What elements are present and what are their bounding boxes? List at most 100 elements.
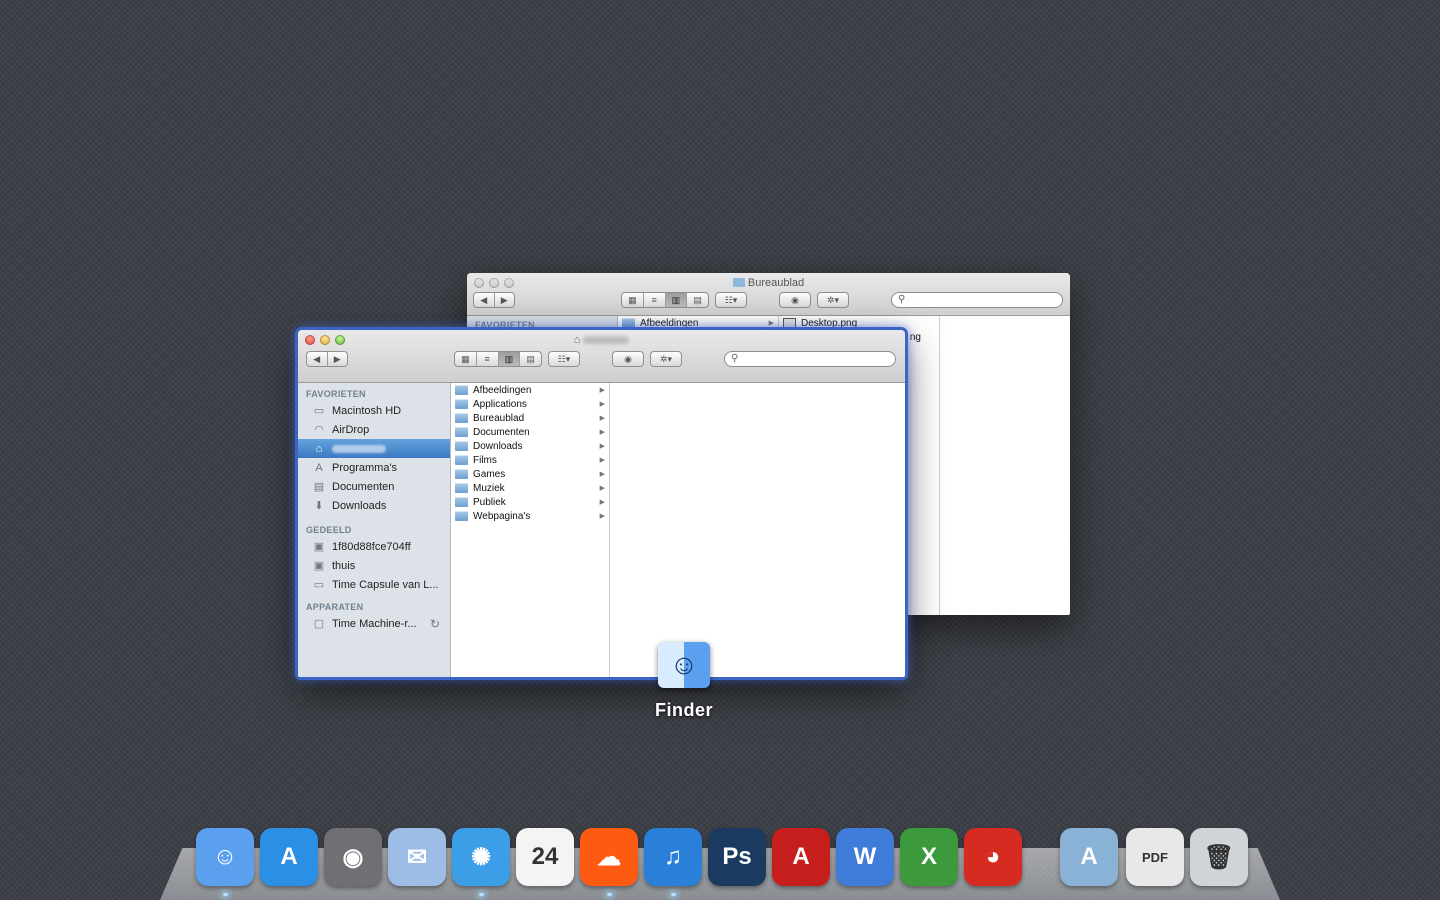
itunes-app-icon[interactable]: ♫ [644,828,702,896]
calendar-app-icon[interactable]: 24 [516,828,574,886]
disclosure-arrow-icon: ▶ [599,443,605,450]
back-arrow-icon[interactable]: ◀ [307,352,328,366]
dock-glyph: ◉ [342,843,364,871]
back-forward-buttons[interactable]: ◀ ▶ [306,351,348,367]
time-capsule-icon: ▭ [313,579,325,591]
gear-icon: ✲▾ [826,294,840,305]
list-item[interactable]: Desktop.png [779,316,939,330]
folder-icon [455,511,468,521]
finder-app-icon[interactable]: ☺ [196,828,254,896]
list-item[interactable]: Films ▶ [451,453,609,467]
column-view-icon[interactable]: ▥ [665,293,688,307]
forward-arrow-icon[interactable]: ▶ [328,352,348,366]
eye-icon: ◉ [791,294,799,305]
folder-icon [455,427,468,437]
word-app-icon[interactable]: W [836,828,894,886]
list-item[interactable]: Afbeeldingen ▶ [451,383,609,397]
computer-icon: ▣ [313,541,325,553]
quick-look-button[interactable]: ◉ [612,351,644,367]
dock-glyph: A [792,843,810,870]
safari-app-icon[interactable]: ✺ [452,828,510,896]
running-indicator [223,893,228,896]
sidebar-item-thuis[interactable]: ▣ thuis [298,556,450,575]
running-indicator [479,893,484,896]
list-item[interactable]: Applications ▶ [451,397,609,411]
column-1: Afbeeldingen ▶ Applications ▶ Bureaublad ▶ Doc… [451,383,610,677]
finder-window-home[interactable]: ⌂ ◀ ▶ ▦ ≡ ▥ ▤ ☷▾ ◉ ✲▾ ⚲ FAVORIETEN ▭ Macintos… [295,327,908,680]
titlebar[interactable]: Bureaublad ◀ ▶ ▦ ≡ ▥ ▤ ☷▾ ◉ ✲▾ ⚲ [467,273,1070,316]
list-item[interactable]: Publiek ▶ [451,495,609,509]
facetime-app-icon[interactable]: ◉ [324,828,382,886]
sidebar-item-airdrop[interactable]: ◠ AirDrop [298,420,450,439]
disclosure-arrow-icon: ▶ [599,387,605,394]
list-item[interactable]: Muziek ▶ [451,481,609,495]
list-view-icon[interactable]: ≡ [477,352,499,366]
action-button[interactable]: ✲▾ [650,351,682,367]
sync-icon[interactable]: ↻ [430,617,440,631]
sidebar-item-time-capsule[interactable]: ▭ Time Capsule van L... [298,575,450,594]
sidebar-item-programmas[interactable]: A Programma's [298,458,450,477]
pdf-document-icon[interactable]: PDF [1126,828,1184,886]
icon-view-icon[interactable]: ▦ [622,293,644,307]
sidebar-item-time-machine[interactable]: ▢ Time Machine-r... ↻ [298,614,450,633]
list-item[interactable]: Games ▶ [451,467,609,481]
titlebar[interactable]: ⌂ ◀ ▶ ▦ ≡ ▥ ▤ ☷▾ ◉ ✲▾ ⚲ [298,330,905,383]
applications-folder-icon[interactable]: A [1060,828,1118,886]
column-view-icon[interactable]: ▥ [498,352,521,366]
list-item[interactable]: Downloads ▶ [451,439,609,453]
soundcloud-app-icon[interactable]: ☁ [580,828,638,896]
folder-icon [622,318,635,328]
folder-icon [455,385,468,395]
sidebar-item-documenten[interactable]: ▤ Documenten [298,477,450,496]
dock-glyph: A [280,843,298,870]
quick-look-button[interactable]: ◉ [779,292,811,308]
trash-icon[interactable]: 🗑 [1190,828,1248,886]
forward-arrow-icon[interactable]: ▶ [495,293,515,307]
folder-icon [455,455,468,465]
redacted-username [332,444,386,453]
disclosure-arrow-icon: ▶ [599,415,605,422]
dock-glyph: 🗑 [1203,843,1235,871]
list-item[interactable]: Webpagina's ▶ [451,509,609,523]
folder-list: Afbeeldingen ▶ Applications ▶ Bureaublad ▶ Doc… [451,383,609,523]
sidebar-item-macintosh-hd[interactable]: ▭ Macintosh HD [298,401,450,420]
dock-glyph: A [1080,843,1098,870]
folder-icon [455,497,468,507]
folder-icon [455,441,468,451]
list-item[interactable]: Afbeeldingen ▶ [618,316,778,330]
folder-icon [455,413,468,423]
search-field[interactable]: ⚲ [724,351,896,367]
list-view-icon[interactable]: ≡ [644,293,666,307]
arrange-button[interactable]: ☷▾ [715,292,747,308]
sidebar-section-devices: APPARATEN [306,602,364,612]
view-mode-control[interactable]: ▦ ≡ ▥ ▤ [454,351,542,367]
list-item[interactable]: Bureaublad ▶ [451,411,609,425]
icon-view-icon[interactable]: ▦ [455,352,477,366]
coverflow-view-icon[interactable]: ▤ [520,352,541,366]
app-store-app-icon[interactable]: A [260,828,318,886]
view-mode-control[interactable]: ▦ ≡ ▥ ▤ [621,292,709,308]
downloads-icon: ⬇ [314,500,324,512]
angry-birds-app-icon[interactable]: ◕ [964,828,1022,886]
autocad-app-icon[interactable]: A [772,828,830,886]
disclosure-arrow-icon: ▶ [599,513,605,520]
image-file-icon [783,318,796,328]
column-2 [610,383,905,677]
computer-icon: ▣ [313,560,325,572]
gear-icon: ✲▾ [659,353,673,364]
sidebar-item-shared-computer[interactable]: ▣ 1f80d88fce704ff [298,537,450,556]
list-item[interactable]: Documenten ▶ [451,425,609,439]
action-button[interactable]: ✲▾ [817,292,849,308]
back-forward-buttons[interactable]: ◀ ▶ [473,292,515,308]
search-icon: ⚲ [898,294,906,305]
search-field[interactable]: ⚲ [891,292,1063,308]
excel-app-icon[interactable]: X [900,828,958,886]
dock-glyph: ☁ [597,843,621,871]
photoshop-app-icon[interactable]: Ps [708,828,766,886]
sidebar-item-home[interactable]: ⌂ [298,439,450,458]
coverflow-view-icon[interactable]: ▤ [687,293,708,307]
arrange-button[interactable]: ☷▾ [548,351,580,367]
sidebar-item-downloads[interactable]: ⬇ Downloads [298,496,450,515]
back-arrow-icon[interactable]: ◀ [474,293,495,307]
mail-app-icon[interactable]: ✉ [388,828,446,886]
